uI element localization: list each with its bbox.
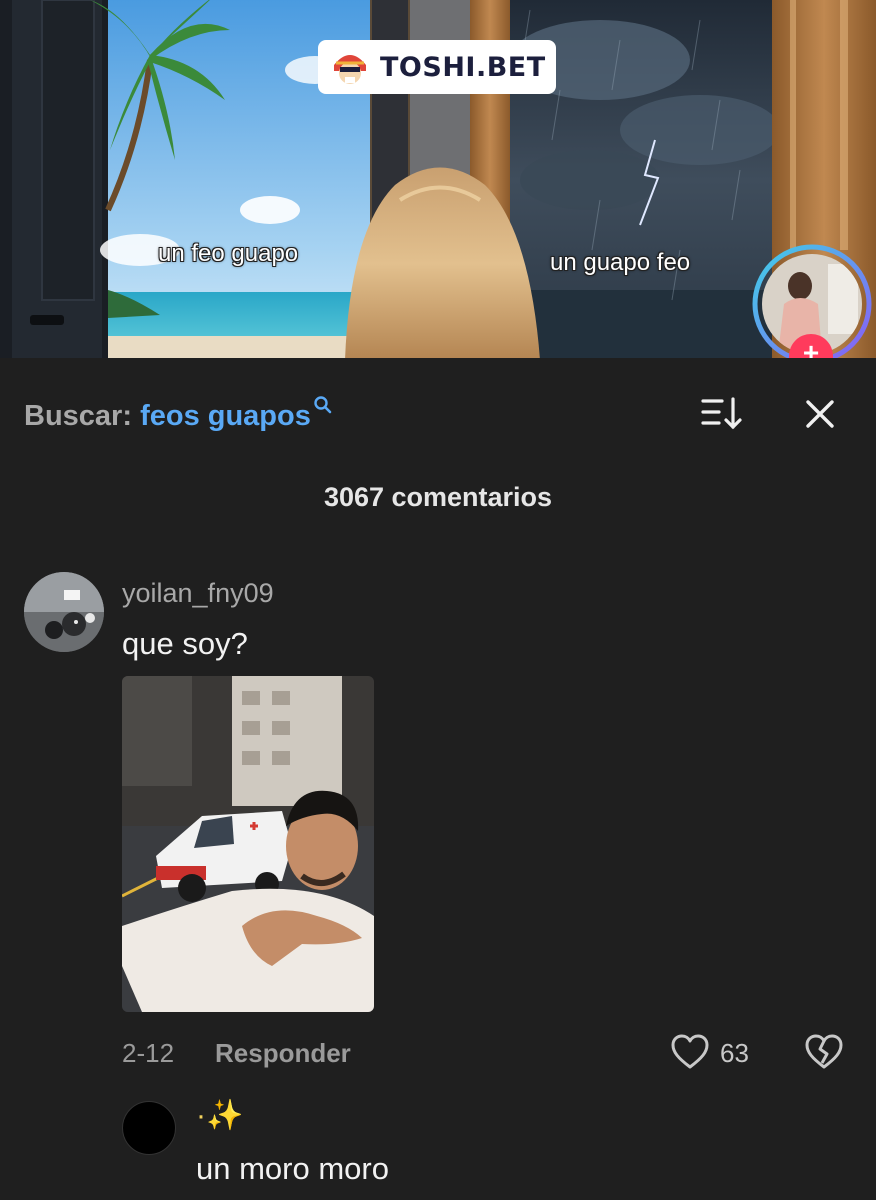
reply-button[interactable]: Responder: [215, 1038, 351, 1069]
toshi-logo-icon: [334, 55, 366, 84]
comments-panel: Buscar: feos guapos 3067 comentarios yoi…: [0, 358, 876, 1200]
comment-search[interactable]: Buscar: feos guapos: [24, 395, 333, 433]
video-player[interactable]: TOSHI.BET un feo guapo un guapo feo +: [0, 0, 876, 360]
like-count: 63: [720, 1038, 749, 1068]
comment-date: 2-12: [122, 1038, 175, 1068]
reply-avatar[interactable]: [122, 1101, 176, 1155]
brand-name: TOSHI.BET: [380, 51, 546, 83]
comment-text: que soy?: [122, 626, 248, 661]
close-icon[interactable]: [802, 396, 838, 432]
reply-text: un moro moro: [196, 1151, 389, 1186]
caption-right: un guapo feo: [550, 249, 691, 276]
brand-watermark: TOSHI.BET: [318, 40, 556, 94]
search-icon: [314, 396, 332, 414]
caption-left: un feo guapo: [158, 240, 299, 267]
search-query[interactable]: feos guapos: [140, 400, 311, 432]
comment-photo[interactable]: [122, 676, 374, 1012]
search-label: Buscar:: [24, 400, 132, 432]
heart-icon[interactable]: [670, 1033, 710, 1071]
sort-icon[interactable]: [700, 396, 744, 432]
reply-username[interactable]: ·✨: [196, 1098, 243, 1133]
comment-username[interactable]: yoilan_fny09: [122, 578, 274, 609]
comment-count: 3067 comentarios: [323, 482, 553, 512]
broken-heart-icon[interactable]: [804, 1033, 844, 1071]
commenter-avatar[interactable]: [24, 572, 104, 652]
